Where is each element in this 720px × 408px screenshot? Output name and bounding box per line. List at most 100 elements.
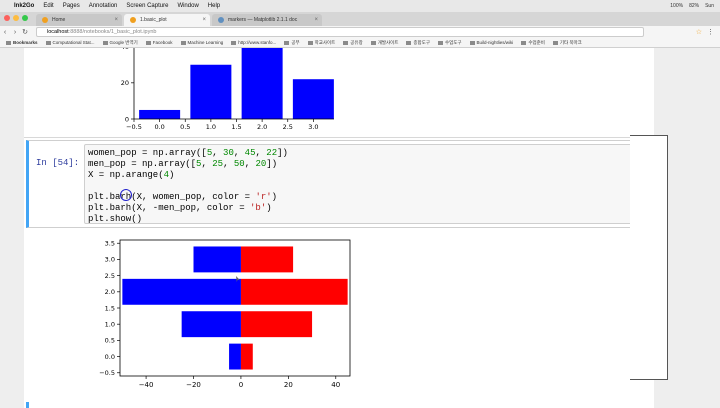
code-token: 45 xyxy=(244,148,256,158)
bookmark-item[interactable]: 공유창 xyxy=(343,40,363,46)
code-token: 22 xyxy=(266,148,278,158)
code-token: plt.barh(X, -men_pop, color = xyxy=(88,203,251,213)
cell-separator xyxy=(24,137,654,138)
code-token: , xyxy=(223,159,234,169)
folder-icon xyxy=(45,40,51,45)
browser-tab-bar: Home × 1.basic_plot × markers — Matplotl… xyxy=(0,12,720,26)
folder-icon xyxy=(231,40,237,45)
code-token: , xyxy=(255,148,267,158)
y-tick-label: 1.5 xyxy=(105,304,115,312)
menu-screen-capture[interactable]: Screen Capture xyxy=(126,3,168,9)
y-tick-label: 2.0 xyxy=(105,288,115,296)
folder-icon xyxy=(180,40,186,45)
code-token: ]) xyxy=(266,159,278,169)
close-window-icon[interactable] xyxy=(4,15,10,21)
x-tick-label: 1.5 xyxy=(231,123,241,131)
x-tick-label: 40 xyxy=(331,381,340,389)
bookmark-item[interactable]: 수업준비 xyxy=(521,40,545,46)
jupyter-favicon-icon xyxy=(42,17,48,23)
bookmark-label: 공부 xyxy=(291,39,300,45)
x-tick-label: −40 xyxy=(139,381,154,389)
input-prompt: In [54]: xyxy=(36,158,80,168)
menu-pages[interactable]: Pages xyxy=(63,3,80,9)
tab-label: markers — Matplotlib 2.1.1 doc xyxy=(228,17,298,23)
bookmark-label: Computational Stat... xyxy=(52,40,95,45)
bar-chart-output: −0.50.00.51.01.52.02.53.03.502040 xyxy=(121,48,334,131)
volume-status[interactable]: 82% xyxy=(689,3,699,9)
minimize-window-icon[interactable] xyxy=(13,15,19,21)
zoom-window-icon[interactable] xyxy=(22,15,28,21)
x-tick-label: 0 xyxy=(239,381,243,389)
code-token: 'b' xyxy=(250,203,267,213)
close-tab-icon[interactable]: × xyxy=(314,17,318,23)
url-input[interactable]: localhost:8888/notebooks/1_basic_plot.ip… xyxy=(36,27,644,37)
bookmark-item[interactable]: 수업도구 xyxy=(437,40,462,46)
bar xyxy=(193,246,241,273)
clock[interactable]: Sun xyxy=(705,3,714,9)
close-tab-icon[interactable]: × xyxy=(114,17,118,23)
star-icon[interactable]: ☆ xyxy=(696,28,702,36)
y-tick-label: 20 xyxy=(121,79,129,87)
bar xyxy=(292,79,334,119)
x-tick-label: 3.0 xyxy=(308,123,318,131)
bookmarks-icon xyxy=(6,40,11,45)
bookmark-item[interactable]: Computational Stat... xyxy=(45,40,95,45)
menu-annotation[interactable]: Annotation xyxy=(89,3,118,9)
code-line: women_pop = np.array([5, 30, 45, 22]) xyxy=(88,148,288,158)
code-token: 25 xyxy=(212,159,224,169)
bookmark-item[interactable]: 기타 북마크 xyxy=(552,39,582,46)
y-tick-label: 0.0 xyxy=(105,353,115,361)
back-arrow-icon[interactable]: ‹ xyxy=(0,29,10,36)
folder-icon xyxy=(307,40,313,45)
menu-app[interactable]: Ink2Go xyxy=(14,3,34,9)
battery-status[interactable]: 100% xyxy=(670,3,683,9)
forward-arrow-icon[interactable]: › xyxy=(10,29,20,36)
code-token: 'r' xyxy=(255,192,272,202)
bookmark-item[interactable]: 종합도구 xyxy=(406,40,430,46)
code-line: plt.show() xyxy=(88,214,142,224)
bar xyxy=(240,311,313,338)
close-tab-icon[interactable]: × xyxy=(202,17,206,23)
next-cell[interactable] xyxy=(26,402,654,408)
menubar-status: 100% 82% Sun xyxy=(670,0,714,12)
code-line: plt.barh(X, women_pop, color = 'r') xyxy=(88,192,277,202)
bookmark-item[interactable]: 학교사이트 xyxy=(307,40,335,46)
menu-dots-icon[interactable]: ⋮ xyxy=(707,28,714,36)
folder-icon xyxy=(437,40,443,45)
folder-icon xyxy=(102,40,108,45)
tab-basic-plot[interactable]: 1.basic_plot × xyxy=(124,14,210,26)
bookmark-item[interactable]: Build-nightlies/wiki xyxy=(469,40,513,45)
x-tick-label: 0.5 xyxy=(180,123,190,131)
bookmark-label: http://www.stanfo... xyxy=(238,40,277,45)
x-tick-label: 20 xyxy=(284,381,293,389)
x-tick-label: 2.5 xyxy=(283,123,293,131)
bookmark-item[interactable]: Machine Learning xyxy=(180,40,223,45)
bar xyxy=(241,48,283,119)
bookmark-label: 기타 북마크 xyxy=(559,39,582,45)
x-tick-label: 0.0 xyxy=(154,123,164,131)
bookmark-item[interactable]: Bookmarks xyxy=(6,40,38,45)
menu-window[interactable]: Window xyxy=(177,3,198,9)
url-path: :8888/notebooks/1_basic_plot.ipynb xyxy=(68,29,157,35)
bookmark-item[interactable]: Facebook xyxy=(145,40,173,45)
menu-help[interactable]: Help xyxy=(208,3,220,9)
menu-edit[interactable]: Edit xyxy=(43,3,53,9)
tab-home[interactable]: Home × xyxy=(36,14,122,26)
mac-menubar: Ink2Go Edit Pages Annotation Screen Capt… xyxy=(0,0,720,12)
folder-icon xyxy=(521,40,527,45)
bar xyxy=(240,278,348,305)
url-host: localhost xyxy=(47,29,69,35)
code-token: X = np.arange( xyxy=(88,170,164,180)
reload-icon[interactable]: ↻ xyxy=(20,28,30,36)
bookmark-item[interactable]: http://www.stanfo... xyxy=(231,40,276,45)
tab-matplotlib-markers[interactable]: markers — Matplotlib 2.1.1 doc × xyxy=(212,14,322,26)
bar xyxy=(240,246,294,273)
tab-label: Home xyxy=(52,17,66,23)
bookmark-item[interactable]: 공부 xyxy=(284,39,300,46)
code-token: ]) xyxy=(277,148,288,158)
bookmark-item[interactable]: 개발사이트 xyxy=(370,40,398,46)
bookmark-item[interactable]: Google 번역기 xyxy=(102,40,138,46)
code-token: , xyxy=(212,148,224,158)
y-tick-label: 3.0 xyxy=(105,256,115,264)
code-token: 50 xyxy=(233,159,245,169)
